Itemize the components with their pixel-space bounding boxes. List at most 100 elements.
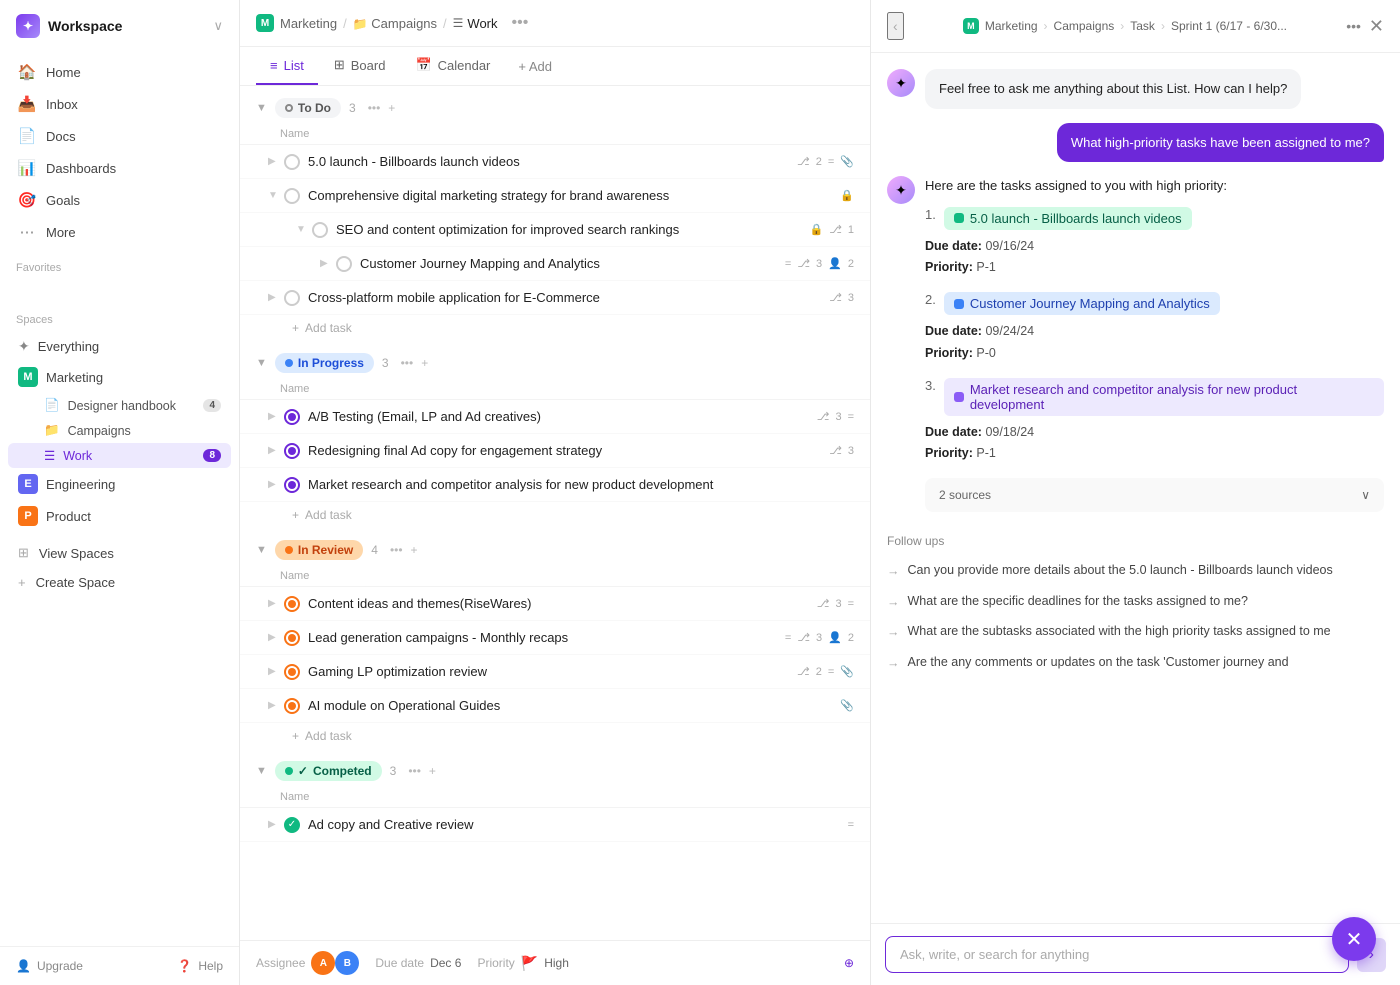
task-toggle[interactable]: ▶ bbox=[268, 411, 278, 422]
task-toggle[interactable]: ▶ bbox=[268, 666, 278, 677]
task-toggle[interactable]: ▶ bbox=[268, 292, 278, 303]
task-row[interactable]: ▶ Customer Journey Mapping and Analytics… bbox=[240, 247, 870, 281]
sidebar-item-goals[interactable]: 🎯 Goals bbox=[8, 184, 231, 216]
task-checkbox-review[interactable] bbox=[284, 664, 300, 680]
completed-dots[interactable]: ••• bbox=[408, 764, 421, 778]
upgrade-btn[interactable]: 👤 Upgrade bbox=[16, 959, 83, 973]
fab-close-button[interactable]: ✕ bbox=[1332, 917, 1376, 961]
ai-text-input[interactable] bbox=[885, 936, 1349, 973]
space-marketing[interactable]: M Marketing bbox=[8, 361, 231, 393]
task-toggle[interactable]: ▶ bbox=[268, 445, 278, 456]
completed-toggle[interactable]: ▼ bbox=[256, 765, 267, 777]
task-row[interactable]: ▶ Redesigning final Ad copy for engageme… bbox=[240, 434, 870, 468]
sidebar-item-more[interactable]: ⋯ More bbox=[8, 216, 231, 248]
task-checkbox[interactable] bbox=[284, 188, 300, 204]
task-row[interactable]: ▶ 5.0 launch - Billboards launch videos … bbox=[240, 145, 870, 179]
task-toggle[interactable]: ▶ bbox=[268, 156, 278, 167]
task-row[interactable]: ▶ Market research and competitor analysi… bbox=[240, 468, 870, 502]
sidebar-item-home[interactable]: 🏠 Home bbox=[8, 56, 231, 88]
tab-calendar[interactable]: 📅 Calendar bbox=[401, 47, 504, 85]
task-checkbox-progress[interactable] bbox=[284, 409, 300, 425]
task-row[interactable]: ▶ Lead generation campaigns - Monthly re… bbox=[240, 621, 870, 655]
task-row[interactable]: ▶ AI module on Operational Guides 📎 bbox=[240, 689, 870, 723]
inreview-dots[interactable]: ••• bbox=[390, 543, 403, 557]
sidebar-item-campaigns[interactable]: 📁 Campaigns bbox=[8, 418, 231, 443]
inreview-add[interactable]: + bbox=[411, 543, 418, 557]
ai-task-row-2: 2. Customer Journey Mapping and Analytic… bbox=[925, 292, 1384, 315]
sidebar-item-work[interactable]: ☰ Work 8 bbox=[8, 443, 231, 468]
task-toggle[interactable]: ▶ bbox=[268, 479, 278, 490]
inprogress-add[interactable]: + bbox=[421, 356, 428, 370]
task-checkbox[interactable] bbox=[336, 256, 352, 272]
add-task-inreview[interactable]: + Add task bbox=[240, 723, 870, 749]
completed-add[interactable]: + bbox=[429, 764, 436, 778]
followup-3[interactable]: → What are the subtasks associated with … bbox=[887, 617, 1384, 648]
expand-btn[interactable]: ⊕ bbox=[844, 956, 854, 970]
subtask-icon: ⎇ bbox=[797, 665, 810, 678]
breadcrumb-work[interactable]: ☰ Work bbox=[453, 16, 498, 31]
ai-close-btn[interactable]: ✕ bbox=[1369, 16, 1384, 37]
ai-back-btn[interactable]: ‹ bbox=[887, 12, 904, 40]
task-dot-2 bbox=[954, 299, 964, 309]
task-row[interactable]: ▼ SEO and content optimization for impro… bbox=[240, 213, 870, 247]
todo-toggle[interactable]: ▼ bbox=[256, 102, 267, 114]
task-toggle[interactable]: ▶ bbox=[268, 700, 278, 711]
add-task-todo[interactable]: + Add task bbox=[240, 315, 870, 341]
sources-row[interactable]: 2 sources ∨ bbox=[925, 478, 1384, 512]
work-label: Work bbox=[63, 449, 92, 463]
tab-add[interactable]: + Add bbox=[506, 49, 564, 84]
inreview-toggle[interactable]: ▼ bbox=[256, 544, 267, 556]
task-toggle[interactable]: ▼ bbox=[268, 190, 278, 201]
task-checkbox-review[interactable] bbox=[284, 698, 300, 714]
task-checkbox-review[interactable] bbox=[284, 596, 300, 612]
view-all-spaces[interactable]: ⊞ View Spaces bbox=[8, 538, 231, 568]
task-checkbox-review[interactable] bbox=[284, 630, 300, 646]
tab-list[interactable]: ≡ List bbox=[256, 48, 318, 85]
tab-board[interactable]: ⊞ Board bbox=[320, 47, 400, 85]
task-toggle[interactable]: ▶ bbox=[268, 598, 278, 609]
task-checkbox[interactable] bbox=[284, 290, 300, 306]
task-checkbox[interactable] bbox=[312, 222, 328, 238]
space-product[interactable]: P Product bbox=[8, 500, 231, 532]
task-checkbox[interactable] bbox=[284, 154, 300, 170]
task-row[interactable]: ▶ Content ideas and themes(RiseWares) ⎇3… bbox=[240, 587, 870, 621]
followup-4[interactable]: → Are the any comments or updates on the… bbox=[887, 648, 1384, 679]
space-everything[interactable]: ✦ Everything bbox=[8, 332, 231, 361]
help-btn[interactable]: ❓ Help bbox=[177, 959, 223, 973]
create-space[interactable]: + Create Space bbox=[8, 568, 231, 597]
breadcrumb-campaigns[interactable]: 📁 Campaigns bbox=[353, 16, 437, 31]
sidebar-item-designer-handbook[interactable]: 📄 Designer handbook 4 bbox=[8, 393, 231, 418]
inprogress-toggle[interactable]: ▼ bbox=[256, 357, 267, 369]
inprogress-dots[interactable]: ••• bbox=[401, 356, 414, 370]
ai-task-row-1: 1. 5.0 launch - Billboards launch videos bbox=[925, 207, 1384, 230]
space-engineering[interactable]: E Engineering bbox=[8, 468, 231, 500]
task-row[interactable]: ▶ Cross-platform mobile application for … bbox=[240, 281, 870, 315]
followup-2[interactable]: → What are the specific deadlines for th… bbox=[887, 587, 1384, 618]
task-toggle[interactable]: ▶ bbox=[320, 258, 330, 269]
task-toggle[interactable]: ▼ bbox=[296, 224, 306, 235]
task-toggle[interactable]: ▶ bbox=[268, 632, 278, 643]
sidebar-item-inbox[interactable]: 📥 Inbox bbox=[8, 88, 231, 120]
group-inreview-header: ▼ In Review 4 ••• + bbox=[240, 528, 870, 566]
task-row[interactable]: ▶ ✓ Ad copy and Creative review = bbox=[240, 808, 870, 842]
header-more-btn[interactable]: ••• bbox=[512, 14, 529, 32]
ai-bc-campaigns: Campaigns bbox=[1054, 19, 1115, 33]
task-row[interactable]: ▶ A/B Testing (Email, LP and Ad creative… bbox=[240, 400, 870, 434]
todo-dots[interactable]: ••• bbox=[368, 101, 381, 115]
workspace-header[interactable]: ✦ Workspace ∨ bbox=[0, 0, 239, 52]
task-row[interactable]: ▼ Comprehensive digital marketing strate… bbox=[240, 179, 870, 213]
task-checkbox-done[interactable]: ✓ bbox=[284, 817, 300, 833]
task-meta: 🔒 ⎇1 bbox=[809, 223, 854, 236]
sidebar-item-dashboards[interactable]: 📊 Dashboards bbox=[8, 152, 231, 184]
task-checkbox-progress[interactable] bbox=[284, 443, 300, 459]
ai-more-btn[interactable]: ••• bbox=[1346, 18, 1361, 34]
task-checkbox-progress[interactable] bbox=[284, 477, 300, 493]
due-date-value: Dec 6 bbox=[430, 956, 461, 970]
task-row[interactable]: ▶ Gaming LP optimization review ⎇2 = 📎 bbox=[240, 655, 870, 689]
sidebar-item-docs[interactable]: 📄 Docs bbox=[8, 120, 231, 152]
followup-1[interactable]: → Can you provide more details about the… bbox=[887, 556, 1384, 587]
task-toggle[interactable]: ▶ bbox=[268, 819, 278, 830]
breadcrumb-marketing[interactable]: Marketing bbox=[280, 16, 337, 31]
add-task-inprogress[interactable]: + Add task bbox=[240, 502, 870, 528]
todo-add[interactable]: + bbox=[388, 101, 395, 115]
